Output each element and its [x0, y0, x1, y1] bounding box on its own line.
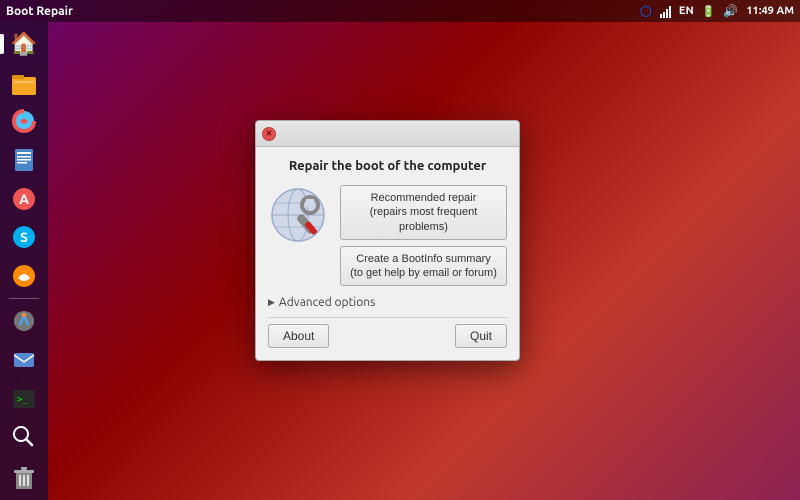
dialog-content: Recommended repair (repairs most frequen…: [268, 185, 507, 286]
advanced-options-label: Advanced options: [279, 296, 375, 309]
advanced-arrow-icon: ▶: [268, 297, 275, 308]
close-button[interactable]: ✕: [262, 127, 276, 141]
advanced-options-toggle[interactable]: ▶ Advanced options: [268, 294, 507, 317]
sidebar-item-skype[interactable]: S: [4, 219, 44, 256]
dialog-titlebar: ✕: [256, 121, 519, 147]
dialog-window: ✕ Repair the boot of the computer: [255, 120, 520, 361]
svg-text:S: S: [20, 229, 28, 245]
svg-text:A: A: [19, 191, 29, 207]
sidebar-item-email[interactable]: [4, 342, 44, 379]
dialog-footer: About Quit: [268, 317, 507, 348]
sidebar-item-orca[interactable]: [4, 258, 44, 295]
sidebar-divider: [9, 298, 39, 299]
bootinfo-summary-button[interactable]: Create a BootInfo summary (to get help b…: [340, 246, 507, 287]
dialog-body: Repair the boot of the computer: [256, 147, 519, 360]
sidebar-item-terminal[interactable]: >_: [4, 380, 44, 417]
sidebar-item-gimp[interactable]: [4, 303, 44, 340]
volume-icon[interactable]: 🔊: [723, 4, 738, 18]
sidebar-item-files[interactable]: [4, 65, 44, 102]
panel-left: Boot Repair: [6, 5, 73, 18]
about-button[interactable]: About: [268, 324, 329, 348]
dialog-title: Repair the boot of the computer: [268, 159, 507, 173]
sidebar-item-writer[interactable]: [4, 142, 44, 179]
signal-icon: [660, 4, 671, 18]
recommended-repair-button[interactable]: Recommended repair (repairs most frequen…: [340, 185, 507, 240]
repair-icon: [268, 185, 332, 249]
clock: 11:49 AM: [746, 5, 794, 17]
svg-text:>_: >_: [17, 395, 28, 405]
sidebar-item-appstore[interactable]: A: [4, 180, 44, 217]
sidebar-item-home[interactable]: 🏠: [4, 26, 44, 63]
sidebar-item-trash[interactable]: [4, 459, 44, 496]
top-panel: Boot Repair ⬡ EN 🔋 🔊 11:49 AM: [0, 0, 800, 22]
sidebar-item-firefox[interactable]: [4, 103, 44, 140]
dialog-buttons-right: Recommended repair (repairs most frequen…: [340, 185, 507, 286]
desktop: Boot Repair ⬡ EN 🔋 🔊 11:49 AM 🏠: [0, 0, 800, 500]
keyboard-layout-icon[interactable]: EN: [679, 5, 694, 17]
window-title: Boot Repair: [6, 5, 73, 18]
dropbox-icon[interactable]: ⬡: [640, 3, 652, 20]
battery-icon: 🔋: [702, 5, 716, 18]
sidebar-item-search[interactable]: [4, 419, 44, 456]
quit-button[interactable]: Quit: [455, 324, 507, 348]
panel-right: ⬡ EN 🔋 🔊 11:49 AM: [640, 3, 794, 20]
sidebar: 🏠: [0, 22, 48, 500]
